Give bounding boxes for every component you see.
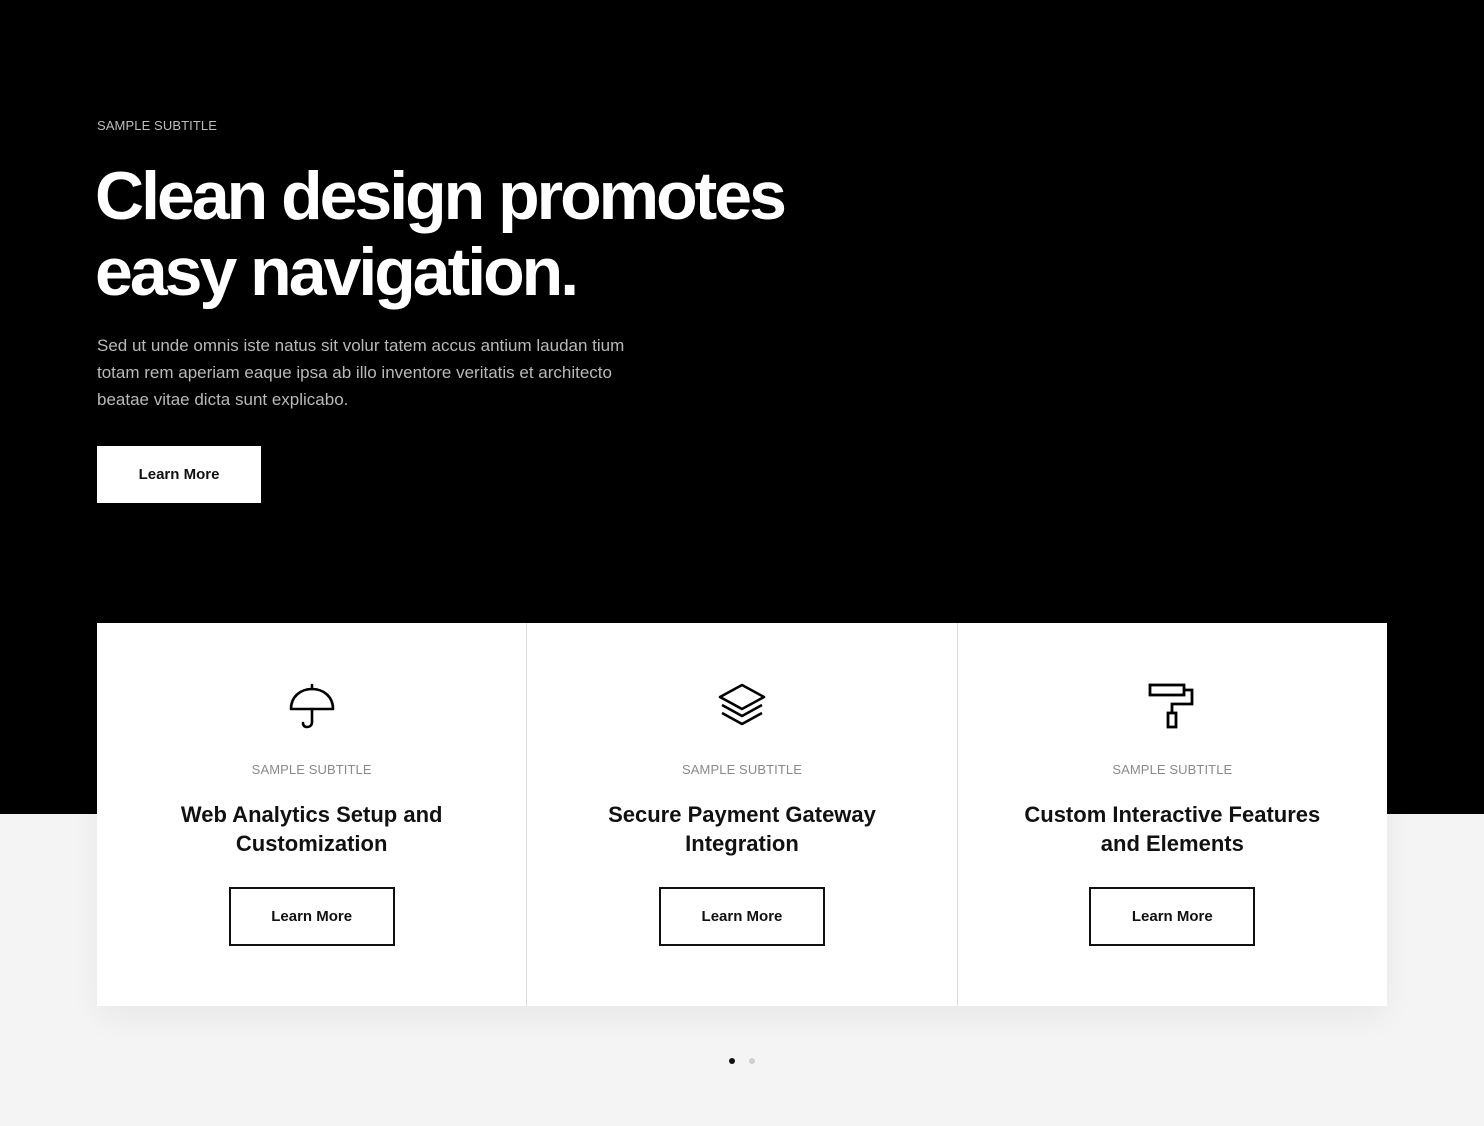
paint-roller-icon [1148, 682, 1196, 730]
carousel-dot-2[interactable] [749, 1058, 755, 1064]
card-subtitle: SAMPLE SUBTITLE [251, 762, 372, 777]
hero-title-line-1: Clean design promotes [95, 158, 787, 234]
card-title: Custom Interactive Features and Elements [1024, 802, 1321, 856]
hero-title-line-2: easy navigation. [95, 234, 579, 310]
hero-title: Clean design promotes easy navigation. [95, 158, 915, 310]
hero-description: Sed ut unde omnis iste natus sit volur t… [97, 336, 625, 409]
carousel-dot-1[interactable] [729, 1058, 735, 1064]
card-learn-more-button[interactable]: Learn More [228, 887, 395, 946]
card-subtitle: SAMPLE SUBTITLE [1112, 762, 1233, 777]
service-card: SAMPLE SUBTITLE Secure Payment Gateway I… [527, 623, 958, 1006]
services-cards: SAMPLE SUBTITLE Web Analytics Setup and … [97, 623, 1387, 1006]
card-title: Web Analytics Setup and Customization [180, 802, 443, 856]
hero-learn-more-button[interactable]: Learn More [97, 446, 261, 503]
card-title: Secure Payment Gateway Integration [608, 802, 876, 856]
hero-subtitle: SAMPLE SUBTITLE [97, 118, 217, 133]
carousel-pagination [729, 1058, 755, 1064]
service-card: SAMPLE SUBTITLE Custom Interactive Featu… [958, 623, 1387, 1006]
card-learn-more-button[interactable]: Learn More [1089, 887, 1256, 946]
card-learn-more-button[interactable]: Learn More [658, 887, 825, 946]
service-card: SAMPLE SUBTITLE Web Analytics Setup and … [97, 623, 528, 1006]
card-subtitle: SAMPLE SUBTITLE [682, 762, 802, 777]
layers-icon [718, 682, 766, 730]
umbrella-icon [288, 682, 336, 730]
